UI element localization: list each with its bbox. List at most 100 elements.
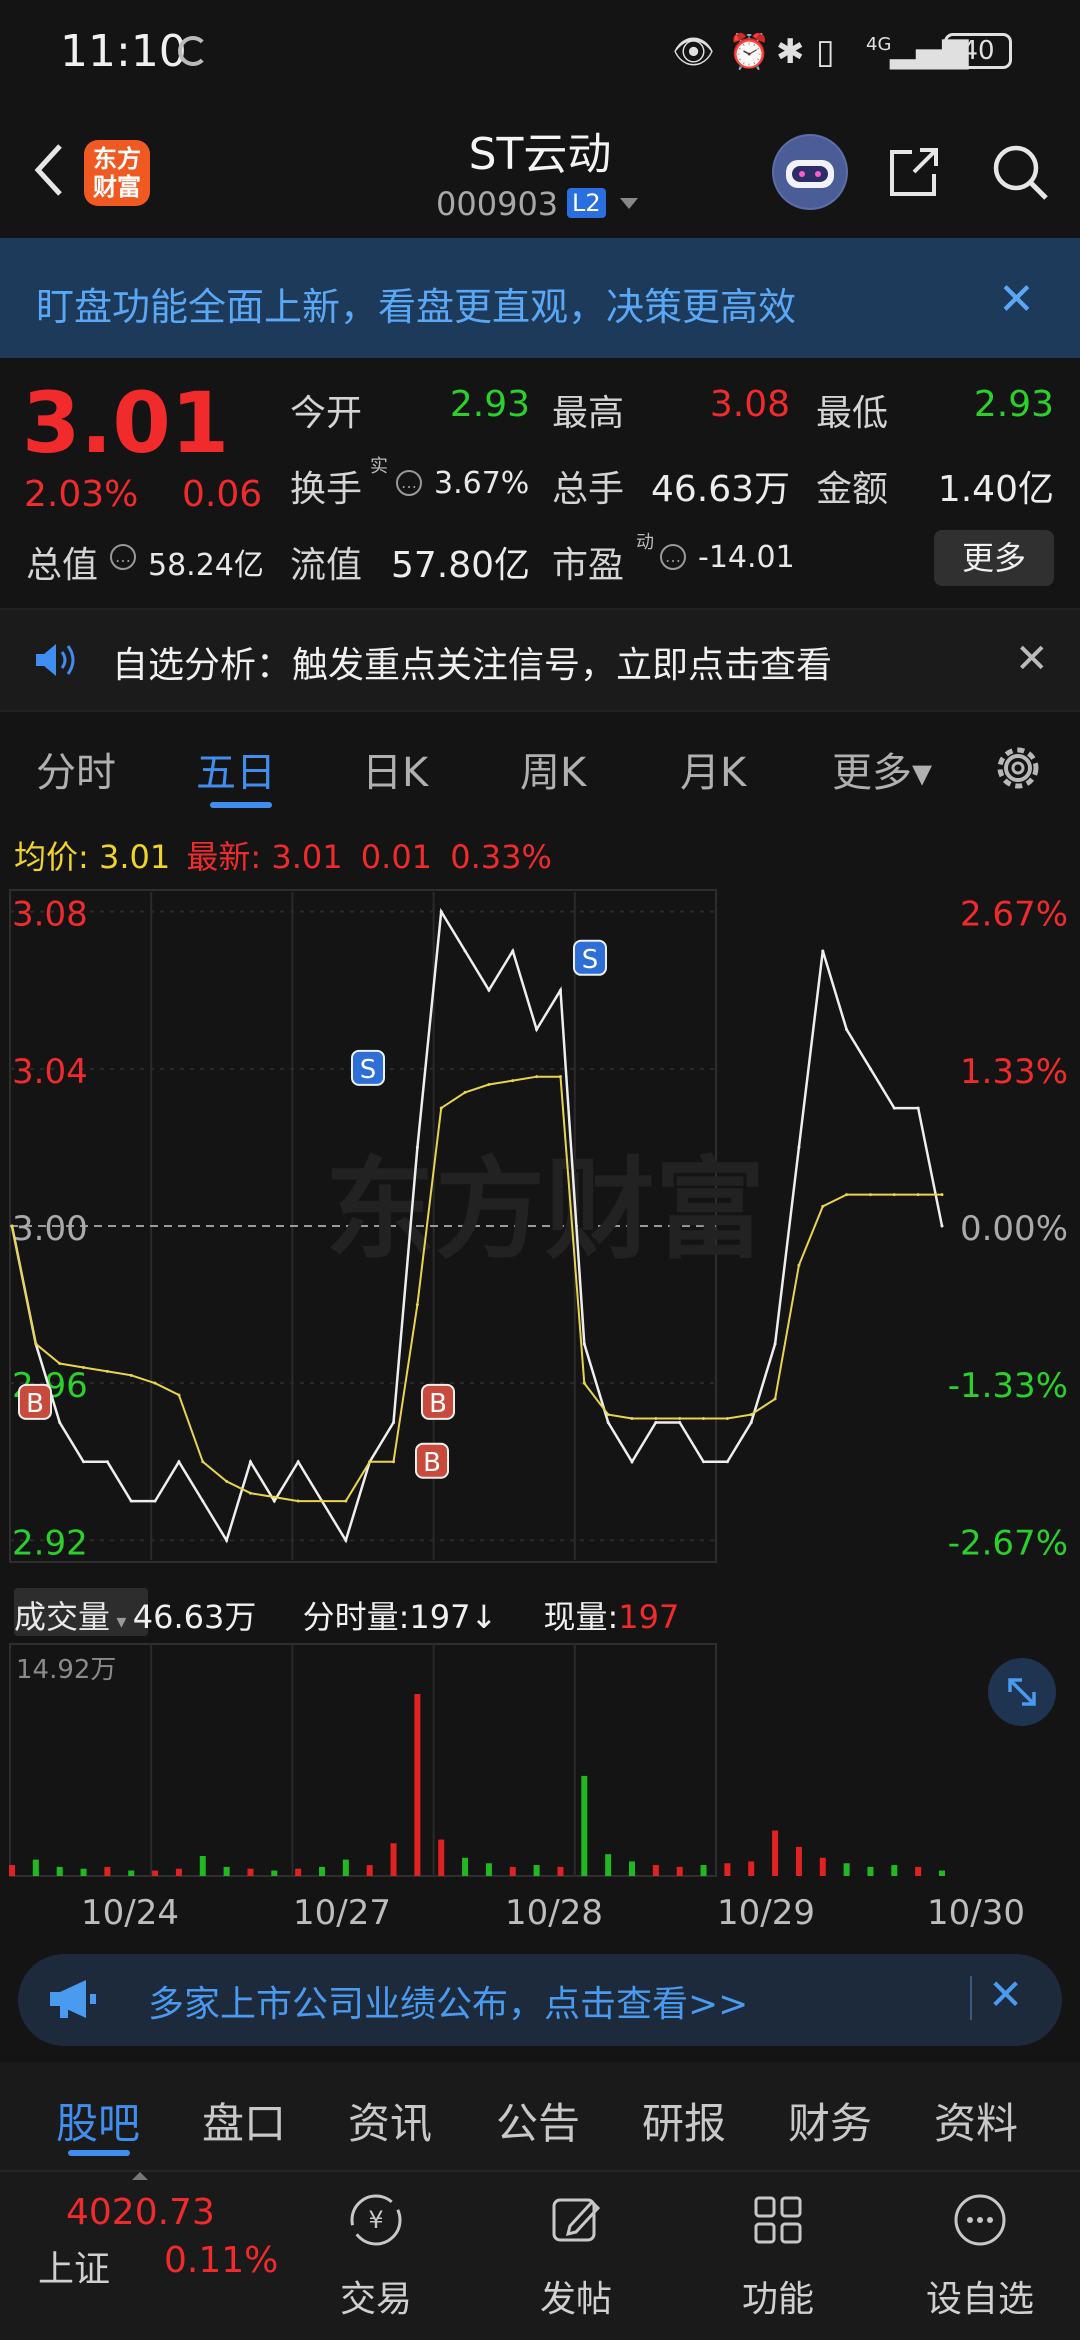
tab-five-day[interactable]: 五日 — [196, 740, 276, 798]
price-point — [511, 949, 515, 953]
speaker-icon — [36, 644, 75, 676]
turnover-sup: 实 — [370, 456, 388, 477]
index-value[interactable]: 4020.73 — [66, 2192, 215, 2233]
price-point — [821, 949, 825, 953]
chevron-up-icon[interactable] — [132, 2172, 148, 2180]
price-point — [773, 1342, 777, 1346]
price-chart[interactable]: 3.08 2.67%3.04 1.33%3.00 0.00%2.96 -1.33%2.9… — [0, 878, 1080, 1578]
turnover-value: 3.67% — [434, 466, 530, 501]
tab-more[interactable]: 更多▾ — [832, 740, 932, 798]
promo-banner-text[interactable]: 盯盘功能全面上新，看盘更直观，决策更高效 — [36, 276, 796, 331]
back-arrow-icon[interactable] — [30, 140, 70, 200]
tab-pankou[interactable]: 盘口 — [202, 2090, 286, 2151]
nav-functions-label: 功能 — [741, 2279, 814, 2320]
close-icon[interactable]: ✕ — [1015, 636, 1049, 682]
tab-minute[interactable]: 分时 — [36, 740, 116, 798]
volume-bar — [295, 1868, 302, 1876]
volume-header: 成交量 ▾ 46.63万 分时量:197↓ 现量:197 — [14, 1592, 679, 1638]
avg-price-point — [773, 1397, 777, 1401]
stock-code[interactable]: 000903 — [436, 185, 558, 223]
avg-price-point — [272, 1495, 276, 1499]
percent-tick-label: -2.67% — [948, 1523, 1068, 1563]
tab-profile[interactable]: 资料 — [934, 2090, 1018, 2151]
price-point — [868, 1067, 872, 1071]
amount-label: 金额 — [816, 469, 889, 510]
date-tick-label: 10/24 — [81, 1893, 179, 1933]
avg-price-point — [34, 1342, 38, 1346]
avg-price-point — [439, 1106, 443, 1110]
tab-week-k[interactable]: 周K — [520, 740, 586, 798]
more-button[interactable]: 更多 — [934, 530, 1054, 586]
marker-label: S — [360, 1055, 377, 1085]
volume-bar — [319, 1866, 325, 1876]
close-icon[interactable]: ✕ — [998, 274, 1035, 325]
tab-announcements[interactable]: 公告 — [496, 2090, 580, 2151]
price-point — [201, 1499, 205, 1503]
price-point — [296, 1460, 300, 1464]
info-icon[interactable]: … — [110, 544, 136, 570]
avg-price-point — [678, 1417, 682, 1421]
marker-label: S — [582, 945, 599, 975]
tab-financials[interactable]: 财务 — [788, 2090, 872, 2151]
battery-icon: 40 — [944, 33, 1012, 69]
volume-chart[interactable]: 14.92万 — [0, 1640, 1080, 1880]
watermark: 东方财富 — [325, 1146, 765, 1274]
info-icon[interactable]: … — [396, 470, 422, 496]
price-point — [153, 1499, 157, 1503]
price-point — [725, 1460, 729, 1464]
index-percent[interactable]: 0.11% — [164, 2240, 278, 2281]
sell-marker: S — [573, 939, 607, 976]
tab-guba[interactable]: 股吧 — [56, 2090, 140, 2151]
low-value: 2.93 — [973, 384, 1054, 425]
volume-bar — [80, 1868, 87, 1876]
chevron-down-icon[interactable] — [620, 198, 638, 209]
tab-news[interactable]: 资讯 — [348, 2090, 432, 2151]
price-point — [487, 988, 491, 992]
price-point — [225, 1538, 229, 1542]
news-text[interactable]: 多家上市公司业绩公布，点击查看>> — [148, 1975, 748, 2027]
tab-research[interactable]: 研报 — [642, 2090, 726, 2151]
tab-month-k[interactable]: 月K — [680, 740, 746, 798]
avg-price-point — [797, 1263, 801, 1267]
robot-assistant-icon[interactable] — [772, 134, 848, 210]
avg-price-point — [368, 1460, 372, 1464]
info-icon[interactable]: … — [660, 544, 686, 570]
avg-price-point — [58, 1362, 62, 1366]
avg-price-point — [344, 1499, 348, 1503]
volume-bar — [772, 1830, 779, 1876]
volume-bar — [891, 1865, 898, 1876]
volume-bar — [342, 1859, 349, 1876]
volume-bar — [700, 1865, 707, 1876]
sell-marker: S — [351, 1049, 385, 1086]
current-price: 3.01 — [22, 374, 230, 472]
volume-bar — [915, 1866, 922, 1876]
avg-price-point — [10, 1224, 14, 1228]
avg-price-point — [535, 1075, 539, 1079]
price-point — [129, 1499, 133, 1503]
volume-bar — [175, 1868, 182, 1876]
avg-price-point — [105, 1369, 109, 1373]
price-point — [797, 1145, 801, 1149]
gear-icon[interactable] — [990, 740, 1046, 796]
expand-icon[interactable] — [988, 1658, 1056, 1726]
mktcap-value: 58.24亿 — [148, 548, 264, 583]
tab-day-k[interactable]: 日K — [362, 740, 428, 798]
tab-indicator — [210, 802, 272, 808]
share-icon[interactable] — [884, 142, 944, 202]
volume-bar — [223, 1866, 230, 1876]
avg-price-point — [916, 1193, 920, 1197]
volume-dropdown-label[interactable]: 成交量 — [14, 1598, 110, 1636]
chevron-down-icon[interactable]: ▾ — [110, 1609, 133, 1633]
avg-price-point — [821, 1204, 825, 1208]
search-icon[interactable] — [988, 140, 1052, 204]
close-icon[interactable]: ✕ — [988, 1970, 1023, 2019]
volume-bar — [32, 1859, 39, 1876]
avg-price-point — [296, 1499, 300, 1503]
divider — [970, 1976, 972, 2020]
sync-icon — [178, 36, 208, 66]
index-name[interactable]: 上证 — [38, 2240, 110, 2292]
level2-badge[interactable]: L2 — [567, 188, 606, 218]
volume-bar — [414, 1694, 421, 1876]
volume-bar — [795, 1846, 802, 1876]
alert-text[interactable]: 自选分析：触发重点关注信号，立即点击查看 — [112, 636, 832, 688]
